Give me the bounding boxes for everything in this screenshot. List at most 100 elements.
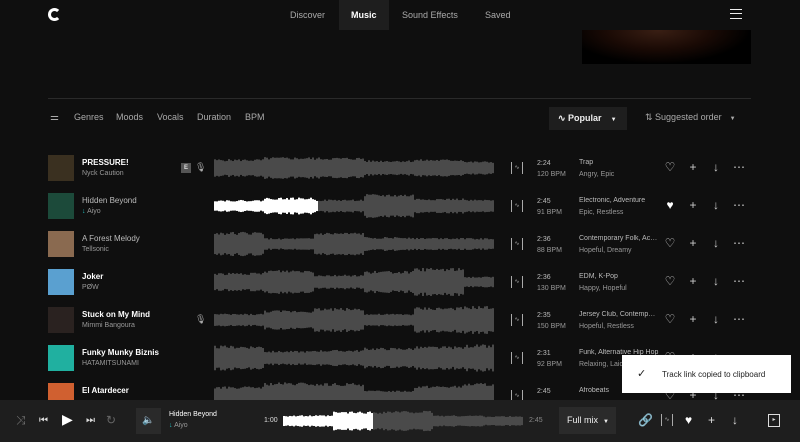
heart-icon[interactable]: ♡ — [663, 274, 677, 288]
download-icon[interactable]: ↓ — [709, 312, 723, 326]
repeat-icon[interactable]: ↻ — [106, 413, 116, 427]
shuffle-icon[interactable]: ⤨ — [16, 413, 26, 428]
similar-tracks-icon[interactable]: ∿ — [511, 314, 523, 326]
similar-tracks-icon[interactable]: ∿ — [661, 414, 673, 426]
play-icon[interactable]: ▶ — [62, 411, 73, 428]
more-icon[interactable]: ⋯ — [732, 160, 746, 174]
track-artwork[interactable] — [48, 193, 74, 219]
track-genres[interactable]: Contemporary Folk, Acoustic — [579, 235, 659, 242]
download-icon[interactable]: ↓ — [709, 198, 723, 212]
more-icon[interactable]: ⋯ — [732, 274, 746, 288]
nav-discover[interactable]: Discover — [278, 0, 337, 30]
track-artwork[interactable] — [48, 307, 74, 333]
similar-tracks-icon[interactable]: ∿ — [511, 352, 523, 364]
track-moods[interactable]: Angry, Epic — [579, 171, 614, 178]
hamburger-menu-icon[interactable] — [730, 9, 742, 19]
filter-bpm[interactable]: BPM — [245, 112, 265, 122]
track-title[interactable]: PRESSURE! — [82, 158, 129, 167]
heart-icon[interactable]: ♡ — [663, 236, 677, 250]
track-genres[interactable]: Jersey Club, Contemporary R&B — [579, 311, 659, 318]
track-title[interactable]: Funky Munky Biznis — [82, 348, 159, 357]
track-artist[interactable]: Mimmi Bangoura — [82, 322, 135, 329]
waveform-bar — [402, 195, 404, 217]
track-moods[interactable]: Epic, Restless — [579, 209, 623, 216]
track-row[interactable]: Joker PØW ∿ 2:36 130 BPM EDM, K-Pop Happ… — [0, 263, 800, 301]
track-title[interactable]: Joker — [82, 272, 103, 281]
track-row[interactable]: Stuck on My Mind Mimmi Bangoura 🎙 ∿ 2:35 … — [0, 301, 800, 339]
waveform-bar — [430, 309, 432, 331]
nav-sound-effects[interactable]: Sound Effects — [390, 0, 470, 30]
add-icon[interactable]: + — [686, 312, 700, 326]
track-artist[interactable]: ↓ Aiyo — [82, 208, 101, 215]
filter-moods[interactable]: Moods — [116, 112, 143, 122]
previous-icon[interactable]: ⏮ — [39, 415, 48, 426]
mix-dropdown[interactable]: Full mix ▼ — [559, 407, 616, 434]
download-icon[interactable]: ↓ — [709, 274, 723, 288]
add-icon[interactable]: + — [686, 160, 700, 174]
track-waveform[interactable] — [214, 191, 494, 221]
track-moods[interactable]: Happy, Hopeful — [579, 285, 627, 292]
track-artist[interactable]: HATAMITSUNAMI — [82, 360, 139, 367]
heart-filled-icon[interactable]: ♥ — [663, 198, 677, 212]
filter-genres[interactable]: Genres — [74, 112, 104, 122]
track-waveform[interactable] — [214, 343, 494, 373]
track-artwork[interactable] — [48, 269, 74, 295]
track-waveform[interactable] — [214, 153, 494, 183]
track-artwork[interactable] — [48, 345, 74, 371]
add-icon[interactable]: + — [708, 413, 715, 427]
track-artwork[interactable] — [48, 231, 74, 257]
track-waveform[interactable] — [214, 229, 494, 259]
track-moods[interactable]: Hopeful, Dreamy — [579, 247, 632, 254]
player-waveform[interactable] — [283, 408, 523, 434]
track-waveform[interactable] — [214, 267, 494, 297]
more-icon[interactable]: ⋯ — [732, 236, 746, 250]
track-title[interactable]: A Forest Melody — [82, 234, 140, 243]
similar-tracks-icon[interactable]: ∿ — [511, 238, 523, 250]
track-genres[interactable]: Electronic, Adventure — [579, 197, 659, 204]
track-row[interactable]: Hidden Beyond ↓ Aiyo ∿ 2:45 91 BPM Elect… — [0, 187, 800, 225]
filter-duration[interactable]: Duration — [197, 112, 231, 122]
add-icon[interactable]: + — [686, 198, 700, 212]
track-row[interactable]: A Forest Melody Tellsonic ∿ 2:36 88 BPM … — [0, 225, 800, 263]
filter-settings-icon[interactable]: ⚌ — [50, 112, 59, 123]
nav-saved[interactable]: Saved — [473, 0, 523, 30]
player-artist[interactable]: ↓ Aiyo — [169, 422, 188, 429]
queue-icon[interactable]: ▸ — [768, 414, 780, 427]
track-row[interactable]: PRESSURE! Nyck Caution E 🎙 ∿ 2:24 120 BPM … — [0, 149, 800, 187]
track-genres[interactable]: Trap — [579, 159, 659, 166]
heart-filled-icon[interactable]: ♥ — [685, 413, 692, 427]
download-icon[interactable]: ↓ — [732, 413, 738, 427]
nav-music[interactable]: Music — [339, 0, 389, 30]
track-artwork[interactable] — [48, 155, 74, 181]
track-artist[interactable]: Tellsonic — [82, 246, 109, 253]
download-icon[interactable]: ↓ — [709, 236, 723, 250]
track-genres[interactable]: EDM, K-Pop — [579, 273, 659, 280]
track-title[interactable]: El Atardecer — [82, 386, 129, 395]
copy-link-icon[interactable]: 🔗 — [638, 413, 653, 427]
track-artist[interactable]: PØW — [82, 284, 99, 291]
waveform-bar — [444, 238, 446, 250]
track-title[interactable]: Stuck on My Mind — [82, 310, 150, 319]
filter-vocals[interactable]: Vocals — [157, 112, 184, 122]
next-icon[interactable]: ⏭ — [86, 415, 95, 426]
track-waveform[interactable] — [214, 305, 494, 335]
add-icon[interactable]: + — [686, 236, 700, 250]
download-icon[interactable]: ↓ — [709, 160, 723, 174]
track-artist[interactable]: Nyck Caution — [82, 170, 124, 177]
track-moods[interactable]: Hopeful, Restless — [579, 323, 634, 330]
popular-dropdown[interactable]: ∿ Popular ▼ — [549, 107, 627, 130]
track-title[interactable]: Hidden Beyond — [82, 196, 137, 205]
similar-tracks-icon[interactable]: ∿ — [511, 162, 523, 174]
volume-icon[interactable]: 🔈 — [136, 408, 161, 434]
add-icon[interactable]: + — [686, 274, 700, 288]
more-icon[interactable]: ⋯ — [732, 198, 746, 212]
similar-tracks-icon[interactable]: ∿ — [511, 276, 523, 288]
waveform-bar — [293, 415, 295, 427]
similar-tracks-icon[interactable]: ∿ — [511, 200, 523, 212]
more-icon[interactable]: ⋯ — [732, 312, 746, 326]
sort-dropdown[interactable]: ⇅ Suggested order ▼ — [645, 112, 736, 123]
logo-icon[interactable] — [48, 8, 61, 21]
player-title[interactable]: Hidden Beyond — [169, 411, 217, 418]
heart-icon[interactable]: ♡ — [663, 312, 677, 326]
heart-icon[interactable]: ♡ — [663, 160, 677, 174]
